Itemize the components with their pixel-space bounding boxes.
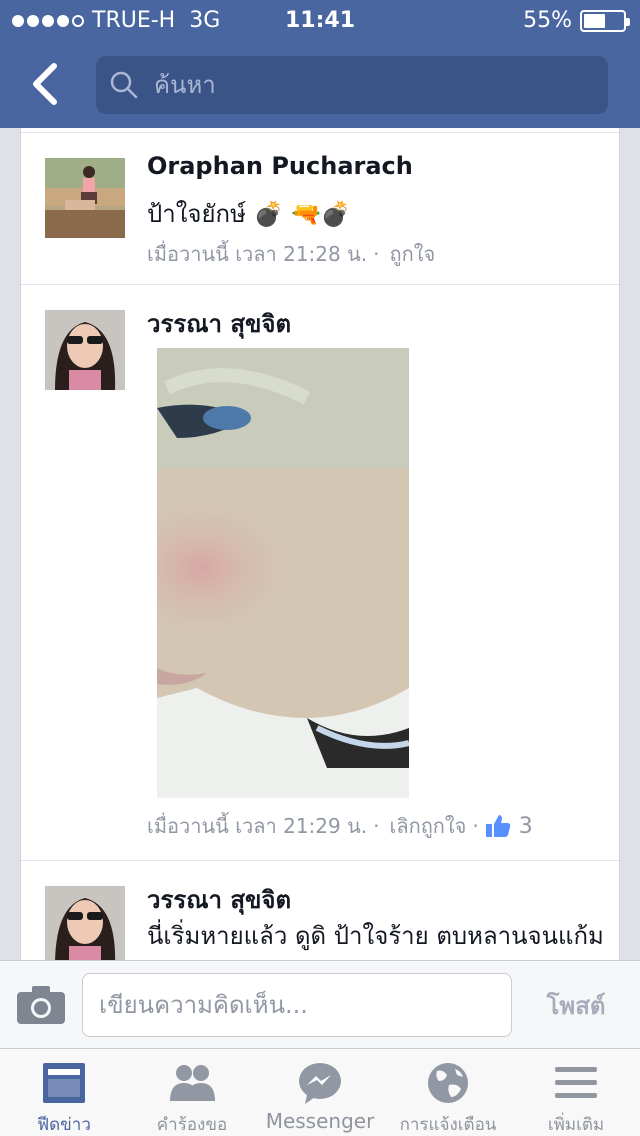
- tab-label: ฟีดข่าว: [37, 1115, 91, 1135]
- divider: [21, 284, 619, 285]
- tab-more[interactable]: เพิ่มเติม: [512, 1049, 640, 1136]
- comment-meta: เมื่อวานนี้ เวลา 21:28 น. · ถูกใจ: [147, 238, 435, 270]
- top-bar: TRUE-H 3G 11:41 55%: [0, 0, 640, 128]
- camera-icon: [17, 986, 65, 1024]
- thumbs-up-icon: [485, 815, 511, 837]
- search-icon: [110, 71, 138, 99]
- avatar[interactable]: [45, 886, 125, 960]
- like-link[interactable]: ถูกใจ: [390, 238, 436, 270]
- news-feed-icon: [43, 1063, 85, 1103]
- battery-level: [584, 13, 605, 28]
- profile-photo: [45, 886, 125, 960]
- cheek-photo: [157, 348, 409, 798]
- chevron-left-icon: [33, 63, 57, 105]
- divider: [21, 132, 619, 133]
- globe-icon: [428, 1063, 468, 1103]
- battery-icon: [580, 9, 630, 32]
- tab-label: คำร้องขอ: [156, 1115, 228, 1135]
- profile-photo: [45, 310, 125, 390]
- search-bar[interactable]: [96, 56, 608, 114]
- tab-notifications[interactable]: การแจ้งเตือน: [384, 1049, 512, 1136]
- comment-text: นี่เริ่มหายแล้ว ดูดิ ป้าใจร้าย ตบหลานจนแ…: [147, 922, 604, 950]
- back-button[interactable]: [28, 62, 64, 106]
- commenter-name[interactable]: วรรณา สุขจิต: [147, 880, 291, 919]
- tab-messenger[interactable]: Messenger: [256, 1049, 384, 1136]
- commenter-name[interactable]: วรรณา สุขจิต: [147, 304, 291, 343]
- avatar[interactable]: [45, 158, 125, 238]
- tab-friend-requests[interactable]: คำร้องขอ: [128, 1049, 256, 1136]
- separator-dot: ·: [472, 814, 479, 838]
- profile-photo: [45, 158, 125, 238]
- search-input[interactable]: [154, 71, 574, 99]
- nav-bar: [0, 40, 640, 128]
- comments-feed[interactable]: Oraphan Pucharach ป้าใจยักษ์ 💣 🔫💣 เมื่อว…: [0, 128, 640, 960]
- messenger-icon: [299, 1063, 341, 1104]
- tab-bar: ฟีดข่าว คำร้องขอ Messenger การแจ้งเตือน: [0, 1048, 640, 1136]
- like-count: 3: [518, 813, 533, 839]
- comment-input[interactable]: [82, 973, 512, 1037]
- comment-photo[interactable]: [157, 348, 409, 798]
- separator-dot: ·: [373, 814, 380, 838]
- tab-label: เพิ่มเติม: [547, 1115, 605, 1135]
- comment-text: ป้าใจยักษ์ 💣 🔫💣: [147, 200, 351, 228]
- post-button[interactable]: โพสต์: [528, 983, 624, 1027]
- friend-requests-icon: [170, 1065, 215, 1101]
- comment-meta: เมื่อวานนี้ เวลา 21:29 น. · เลิกถูกใจ · …: [147, 810, 533, 842]
- comments-card: Oraphan Pucharach ป้าใจยักษ์ 💣 🔫💣 เมื่อว…: [20, 128, 620, 960]
- tab-news-feed[interactable]: ฟีดข่าว: [0, 1049, 128, 1136]
- status-right: 55%: [523, 8, 630, 33]
- camera-button[interactable]: [16, 985, 66, 1025]
- status-bar: TRUE-H 3G 11:41 55%: [0, 0, 640, 40]
- commenter-name[interactable]: Oraphan Pucharach: [147, 152, 413, 180]
- tab-label: Messenger: [265, 1109, 375, 1133]
- comment-time: เมื่อวานนี้ เวลา 21:29 น.: [147, 814, 368, 838]
- unlike-link[interactable]: เลิกถูกใจ: [390, 810, 467, 842]
- menu-icon: [555, 1067, 597, 1098]
- separator-dot: ·: [373, 242, 380, 266]
- comment-time: เมื่อวานนี้ เวลา 21:28 น.: [147, 242, 368, 266]
- tab-label: การแจ้งเตือน: [399, 1115, 497, 1135]
- comment-composer: โพสต์: [0, 960, 640, 1048]
- avatar[interactable]: [45, 310, 125, 390]
- divider: [21, 860, 619, 861]
- battery-percent: 55%: [523, 8, 572, 33]
